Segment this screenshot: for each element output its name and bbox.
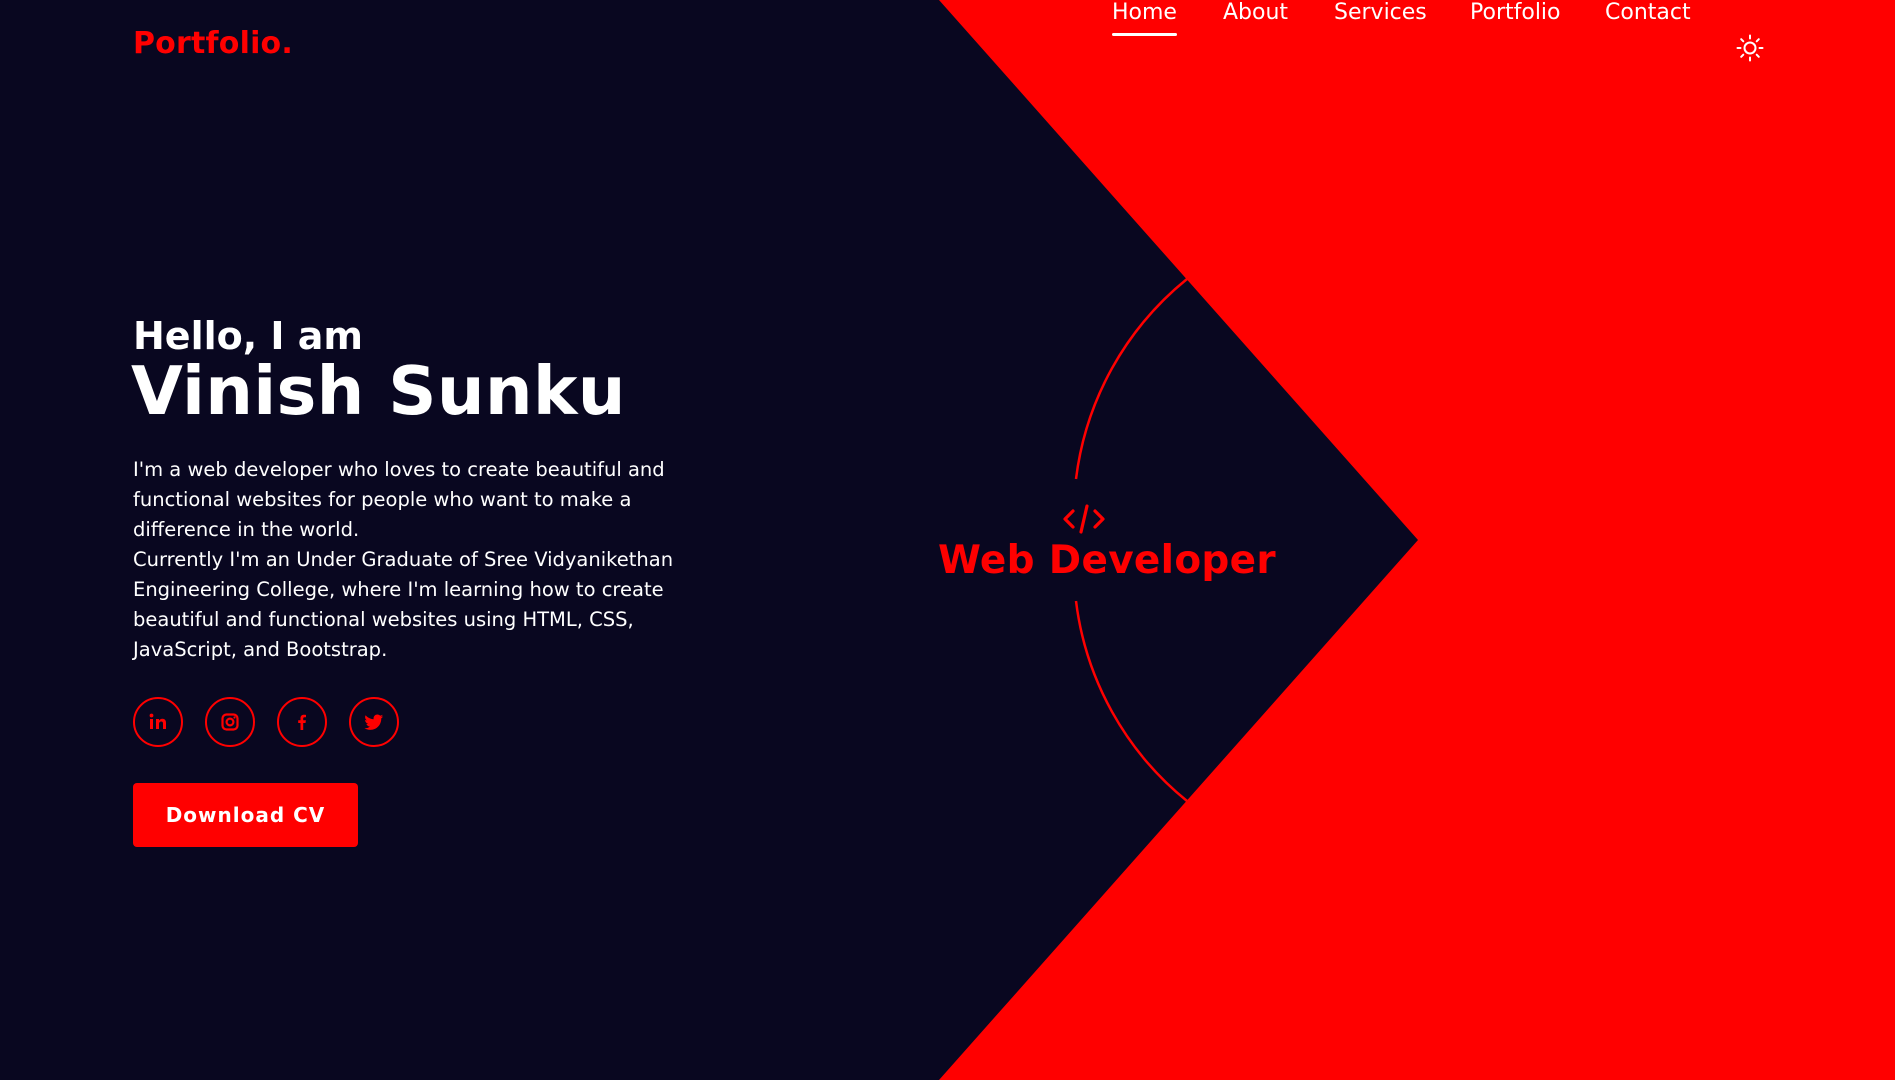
- page: Portfolio. Home About Services Portfolio…: [0, 0, 1895, 1080]
- role-title: Web Developer: [938, 538, 1276, 583]
- download-cv-button[interactable]: Download CV: [133, 783, 358, 847]
- nav-home[interactable]: Home: [1112, 0, 1177, 36]
- nav-contact[interactable]: Contact: [1605, 0, 1691, 25]
- instagram-icon: [221, 713, 239, 731]
- nav-portfolio[interactable]: Portfolio: [1470, 0, 1561, 25]
- instagram-button[interactable]: [205, 697, 255, 747]
- hero-description-education: Currently I'm an Under Graduate of Sree …: [133, 548, 674, 661]
- twitter-button[interactable]: [349, 697, 399, 747]
- facebook-icon: [298, 714, 306, 730]
- code-icon: [1063, 504, 1105, 534]
- logo[interactable]: Portfolio.: [133, 26, 293, 61]
- hero-name: Vinish Sunku: [131, 352, 626, 430]
- linkedin-icon: [149, 713, 166, 729]
- nav-about[interactable]: About: [1223, 0, 1288, 25]
- twitter-icon: [364, 714, 384, 730]
- hero-description-intro: I'm a web developer who loves to create …: [133, 458, 665, 541]
- nav-services[interactable]: Services: [1334, 0, 1427, 25]
- theme-toggle-button[interactable]: [1736, 34, 1764, 62]
- hero-description: I'm a web developer who loves to create …: [133, 455, 693, 665]
- linkedin-button[interactable]: [133, 697, 183, 747]
- sun-icon: [1736, 34, 1764, 62]
- facebook-button[interactable]: [277, 697, 327, 747]
